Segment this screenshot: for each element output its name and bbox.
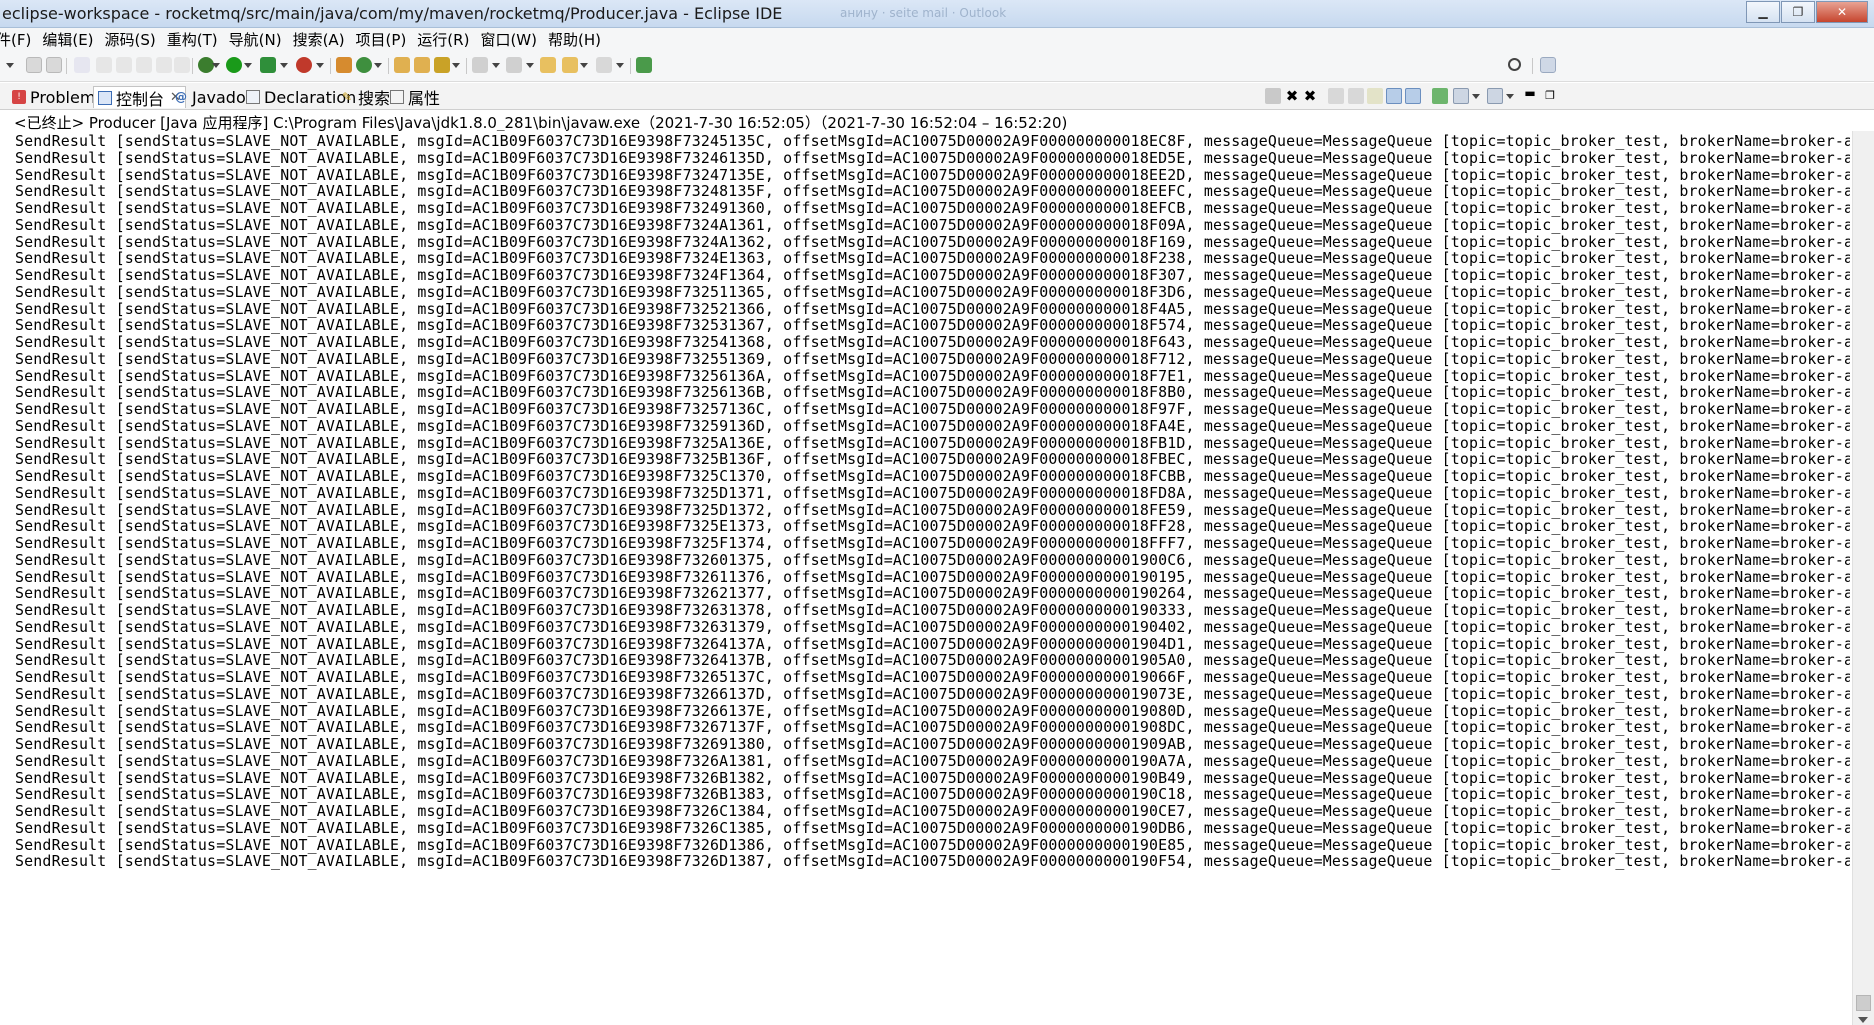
run-dropdown-icon[interactable]: [244, 63, 252, 68]
tab-search-label: 搜索: [358, 89, 391, 108]
vertical-scrollbar[interactable]: [1852, 131, 1874, 1025]
javadoc-icon: @: [175, 90, 187, 104]
open-type-icon[interactable]: [394, 57, 410, 73]
menu-project[interactable]: 项目(P): [352, 29, 414, 50]
new-class-dropdown-icon[interactable]: [374, 63, 382, 68]
toolbar-separator: [630, 58, 631, 74]
maximize-view-icon[interactable]: ❐: [1542, 88, 1558, 104]
toolbar-separator: [330, 58, 331, 74]
save-icon[interactable]: [26, 57, 42, 73]
show-whitespace-icon[interactable]: [156, 57, 172, 73]
forward-icon[interactable]: [596, 57, 612, 73]
back-icon[interactable]: [562, 57, 578, 73]
console-output[interactable]: SendResult [sendStatus=SLAVE_NOT_AVAILAB…: [0, 131, 1850, 1025]
close-icon[interactable]: ✕: [1816, 1, 1868, 23]
next-annotation-icon[interactable]: [472, 57, 488, 73]
toolbar-separator: [388, 58, 389, 74]
display-console-dropdown-icon[interactable]: [1472, 94, 1480, 99]
console-icon: [98, 90, 112, 105]
new-java-project-icon[interactable]: [336, 57, 352, 73]
search-icon[interactable]: [434, 57, 450, 73]
menu-navigate[interactable]: 导航(N): [225, 29, 289, 50]
toggle-block-icon[interactable]: [136, 57, 152, 73]
toggle-mark-icon[interactable]: [96, 57, 112, 73]
tab-javadoc[interactable]: @ Javadoc: [174, 86, 255, 108]
open-console-icon[interactable]: [1487, 88, 1503, 104]
show-on-stdout-icon[interactable]: [1386, 88, 1402, 104]
new-class-icon[interactable]: [356, 57, 372, 73]
display-console-icon[interactable]: [1453, 88, 1469, 104]
toolbar-separator: [66, 58, 67, 74]
open-task-icon[interactable]: [74, 57, 90, 73]
toggle-breadcrumb-icon[interactable]: [116, 57, 132, 73]
menu-run[interactable]: 运行(R): [413, 29, 476, 50]
menu-bar: 件(F) 编辑(E) 源码(S) 重构(T) 导航(N) 搜索(A) 项目(P)…: [0, 28, 1874, 50]
pin-editor-icon[interactable]: [636, 57, 652, 73]
back-dropdown-icon[interactable]: [580, 63, 588, 68]
last-edit-location-icon[interactable]: [540, 57, 556, 73]
declaration-icon: [246, 90, 260, 104]
minimize-icon[interactable]: ▁: [1746, 1, 1780, 23]
toolbar-separator: [466, 58, 467, 74]
terminate-icon[interactable]: [1265, 88, 1281, 104]
maximize-icon[interactable]: ❐: [1781, 1, 1815, 23]
menu-source[interactable]: 源码(S): [101, 29, 163, 50]
tab-console-label: 控制台: [116, 89, 165, 109]
tab-properties-label: 属性: [408, 89, 441, 108]
scroll-down-icon[interactable]: [1858, 1017, 1868, 1023]
next-annotation-dropdown-icon[interactable]: [492, 63, 500, 68]
tab-properties[interactable]: 属性: [390, 86, 440, 108]
remove-all-terminated-icon[interactable]: ✖: [1302, 88, 1318, 104]
word-wrap-icon[interactable]: [1367, 88, 1383, 104]
menu-window[interactable]: 窗口(W): [476, 29, 544, 50]
open-resource-icon[interactable]: [414, 57, 430, 73]
menu-search[interactable]: 搜索(A): [289, 29, 352, 50]
window-title: eclipse-workspace - rocketmq/src/main/ja…: [2, 4, 783, 23]
menu-refactor[interactable]: 重构(T): [163, 29, 225, 50]
toolbar-separator: [1532, 58, 1533, 74]
remove-launch-icon[interactable]: ✖: [1284, 88, 1300, 104]
external-tools-icon[interactable]: [296, 57, 312, 73]
main-toolbar: [0, 50, 1874, 82]
quick-access-search-icon[interactable]: [1508, 58, 1521, 71]
scrollbar-thumb[interactable]: [1856, 995, 1871, 1011]
perspective-icon[interactable]: [1540, 57, 1556, 73]
window-title-bar: eclipse-workspace - rocketmq/src/main/ja…: [0, 0, 1874, 28]
scroll-lock-icon[interactable]: [1348, 88, 1364, 104]
tab-console[interactable]: 控制台 ✕: [93, 86, 186, 109]
external-tools-dropdown-icon[interactable]: [316, 63, 324, 68]
debug-dropdown-icon[interactable]: [212, 63, 220, 68]
previous-annotation-dropdown-icon[interactable]: [526, 63, 534, 68]
tab-problems[interactable]: ! Problems: [12, 86, 104, 108]
toolbar-separator: [192, 58, 193, 74]
window-controls: ▁ ❐ ✕: [1745, 1, 1868, 23]
search-dropdown-icon[interactable]: [452, 63, 460, 68]
run-icon[interactable]: [226, 57, 242, 73]
menu-file[interactable]: 件(F): [0, 29, 38, 50]
save-all-icon[interactable]: [46, 57, 62, 73]
background-window-text: анину · seite mail · Outlook: [840, 6, 1007, 20]
search-view-icon: ✎: [341, 90, 353, 104]
paragraph-icon[interactable]: [174, 57, 190, 73]
console-launch-label: <已终止> Producer [Java 应用程序] C:\Program Fi…: [14, 114, 1068, 132]
forward-dropdown-icon[interactable]: [616, 63, 624, 68]
new-dropdown-icon[interactable]: [6, 63, 14, 68]
pin-console-icon[interactable]: [1432, 88, 1448, 104]
menu-edit[interactable]: 编辑(E): [38, 29, 100, 50]
show-on-stderr-icon[interactable]: [1405, 88, 1421, 104]
coverage-dropdown-icon[interactable]: [280, 63, 288, 68]
coverage-icon[interactable]: [260, 57, 276, 73]
tab-search[interactable]: ✎ 搜索: [340, 86, 390, 108]
view-tab-bar: ! Problems 控制台 ✕ @ Javadoc Declaration ✎…: [0, 83, 1874, 110]
console-line: SendResult [sendStatus=SLAVE_NOT_AVAILAB…: [15, 852, 1850, 871]
properties-icon: [390, 90, 404, 104]
minimize-view-icon[interactable]: ▬: [1522, 87, 1538, 104]
open-console-dropdown-icon[interactable]: [1506, 94, 1514, 99]
clear-console-icon[interactable]: [1328, 88, 1344, 104]
menu-help[interactable]: 帮助(H): [544, 29, 608, 50]
problems-icon: !: [12, 90, 26, 104]
previous-annotation-icon[interactable]: [506, 57, 522, 73]
